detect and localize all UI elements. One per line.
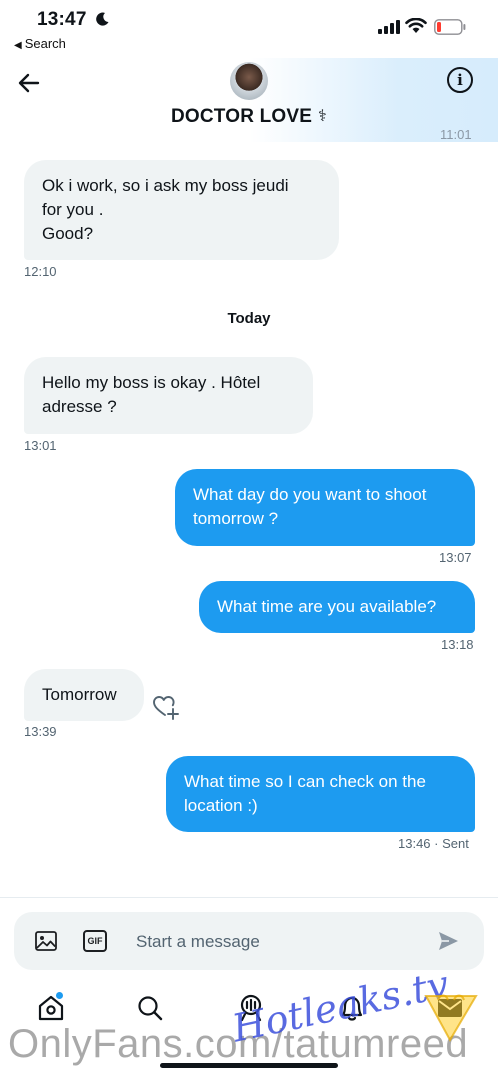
- outgoing-message-bubble[interactable]: What time are you available?: [199, 581, 475, 633]
- info-icon[interactable]: i: [447, 67, 473, 93]
- status-bar: 13:47 ◀ Search: [0, 0, 498, 58]
- composer-divider: [0, 897, 498, 898]
- message-line: tomorrow ?: [193, 509, 279, 528]
- outgoing-message-bubble[interactable]: What day do you want to shoot tomorrow ?: [175, 469, 475, 546]
- message-line: Tomorrow: [42, 685, 117, 704]
- message-timestamp: 13:39: [24, 724, 57, 739]
- search-icon[interactable]: [135, 993, 165, 1023]
- clipped-timestamp: 11:01: [440, 130, 472, 140]
- message-line: adresse ?: [42, 397, 117, 416]
- home-indicator[interactable]: [160, 1063, 338, 1068]
- contact-name: DOCTOR LOVE: [170, 106, 313, 127]
- message-input[interactable]: [134, 928, 428, 956]
- back-to-search-link[interactable]: ◀ Search: [14, 36, 66, 51]
- moon-icon: [96, 12, 109, 26]
- contact-avatar[interactable]: [230, 62, 268, 100]
- message-line: location :): [184, 796, 258, 815]
- incoming-message-bubble[interactable]: Ok i work, so i ask my boss jeudi for yo…: [24, 160, 339, 260]
- message-line: for you .: [42, 200, 104, 219]
- back-arrow-icon[interactable]: [16, 70, 42, 96]
- signature-emblem-icon: [424, 994, 478, 1043]
- message-composer: GIF: [14, 912, 484, 970]
- message-line: Ok i work, so i ask my boss jeudi: [42, 176, 289, 195]
- wifi-icon: [405, 18, 427, 33]
- message-timestamp: 12:10: [24, 264, 57, 279]
- cellular-signal-icon: [378, 20, 400, 34]
- back-triangle-icon: ◀: [14, 40, 22, 51]
- day-divider: Today: [227, 310, 271, 327]
- status-time: 13:47: [37, 9, 87, 30]
- send-icon[interactable]: [437, 930, 459, 952]
- contact-name-row[interactable]: DOCTOR LOVE ⚕: [0, 106, 498, 128]
- message-line: Good?: [42, 224, 94, 243]
- message-line: Hello my boss is okay . Hôtel: [42, 373, 261, 392]
- message-timestamp-sent: 13:46 · Sent: [398, 836, 469, 851]
- gif-icon[interactable]: GIF: [83, 930, 107, 952]
- message-timestamp: 13:01: [24, 438, 57, 453]
- message-timestamp: 13:07: [439, 550, 472, 565]
- outgoing-message-bubble[interactable]: What time so I can check on the location…: [166, 756, 475, 832]
- image-icon[interactable]: [34, 929, 58, 953]
- incoming-message-bubble[interactable]: Tomorrow: [24, 669, 144, 721]
- home-new-content-dot: [56, 992, 63, 999]
- add-reaction-heart-icon[interactable]: [152, 694, 180, 720]
- message-line: What time so I can check on the: [184, 772, 426, 791]
- battery-low-icon: [434, 19, 466, 35]
- back-to-search-label: Search: [24, 36, 66, 51]
- incoming-message-bubble[interactable]: Hello my boss is okay . Hôtel adresse ?: [24, 357, 313, 434]
- message-timestamp: 13:18: [441, 637, 474, 652]
- message-line: What time are you available?: [217, 597, 437, 616]
- message-line: What day do you want to shoot: [193, 485, 427, 504]
- caduceus-icon: ⚕: [318, 108, 328, 125]
